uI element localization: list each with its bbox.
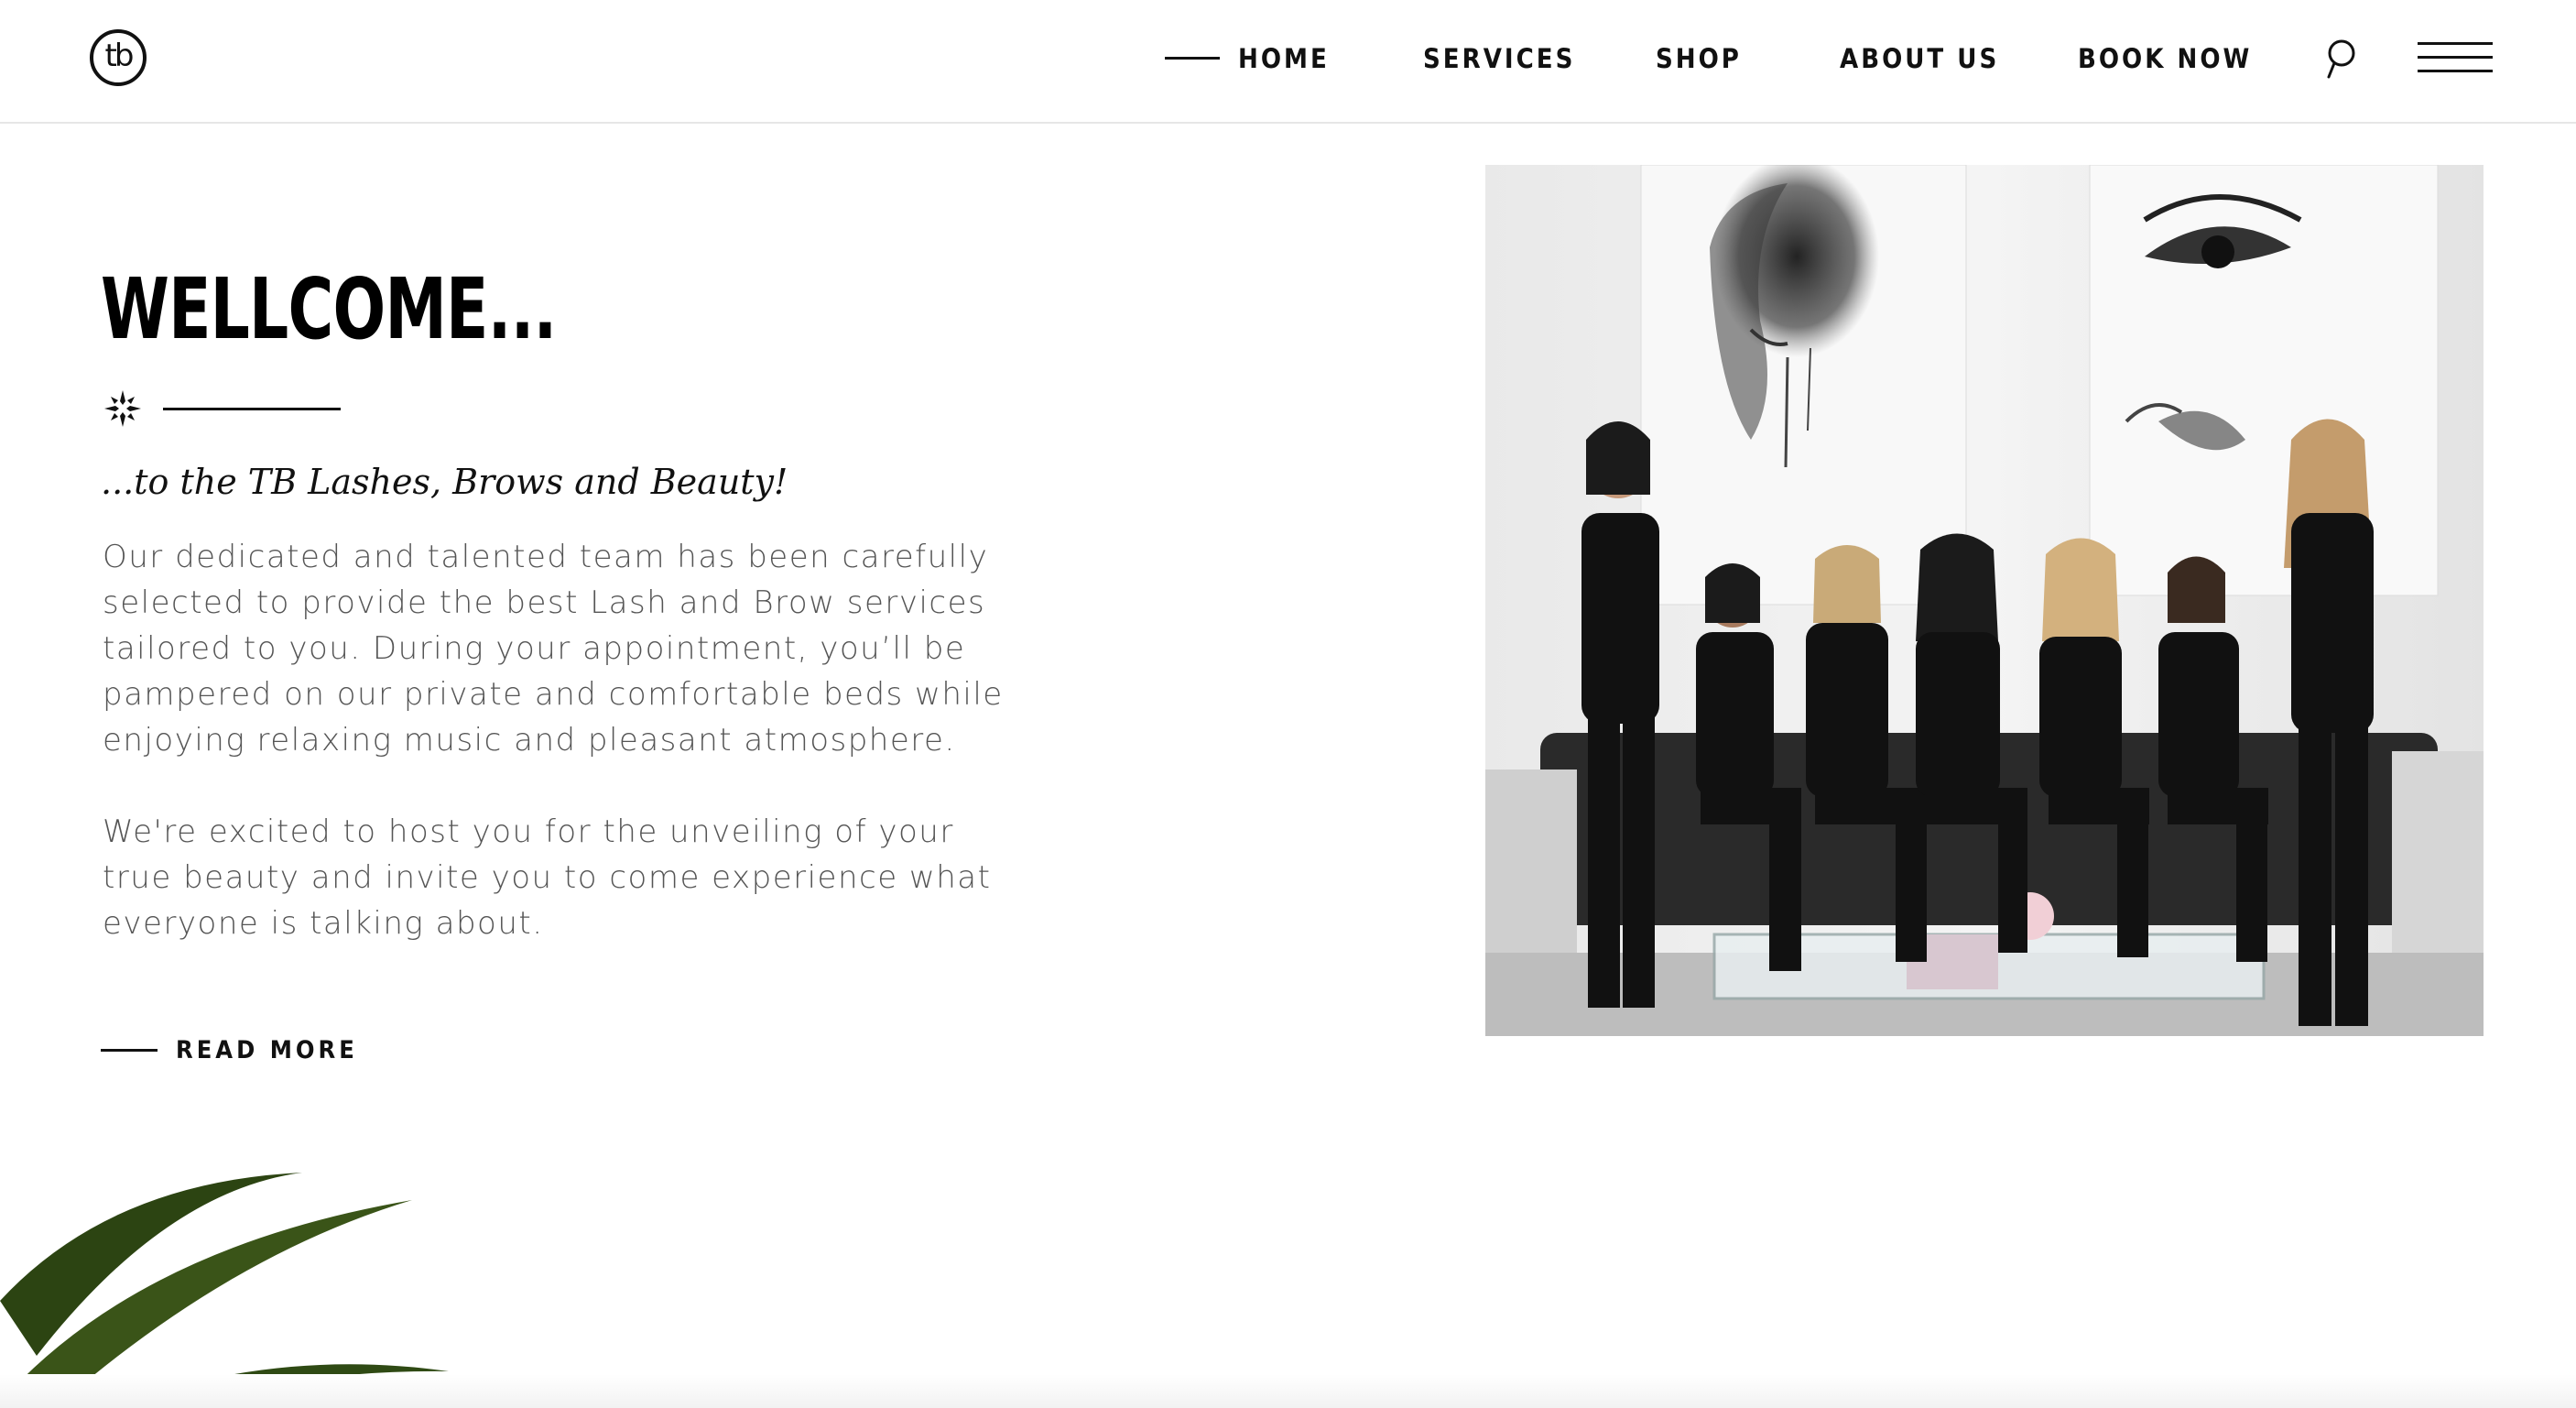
- leaf-decoration: [0, 1173, 449, 1408]
- intro-paragraph: Our dedicated and talented team has been…: [103, 539, 1004, 759]
- search-icon[interactable]: [2326, 38, 2357, 81]
- active-nav-indicator: [1165, 57, 1220, 60]
- nav-book-now[interactable]: BOOK NOW: [2078, 40, 2252, 77]
- team-photo: [1485, 165, 2484, 1036]
- section-fade: [0, 1374, 2576, 1408]
- read-more-label: READ MORE: [176, 1035, 358, 1064]
- nav-services[interactable]: SERVICES: [1423, 40, 1575, 77]
- nav-home[interactable]: HOME: [1238, 40, 1330, 77]
- site-header: tb HOME SERVICES SHOP ABOUT US BOOK NOW: [0, 0, 2576, 124]
- logo[interactable]: tb: [90, 29, 147, 86]
- read-more-link[interactable]: READ MORE: [101, 1031, 358, 1068]
- sparkle-icon: [104, 390, 141, 427]
- title-divider: [163, 408, 341, 410]
- nav-shop[interactable]: SHOP: [1656, 40, 1742, 77]
- nav-about-us[interactable]: ABOUT US: [1840, 40, 1999, 77]
- logo-text: tb: [104, 38, 135, 74]
- invite-paragraph: We're excited to host you for the unveil…: [103, 813, 992, 942]
- welcome-subtitle: ...to the TB Lashes, Brows and Beauty!: [101, 462, 788, 502]
- read-more-dash: [101, 1048, 158, 1052]
- menu-icon[interactable]: [2418, 42, 2493, 73]
- welcome-title: WELLCOME...: [101, 260, 557, 358]
